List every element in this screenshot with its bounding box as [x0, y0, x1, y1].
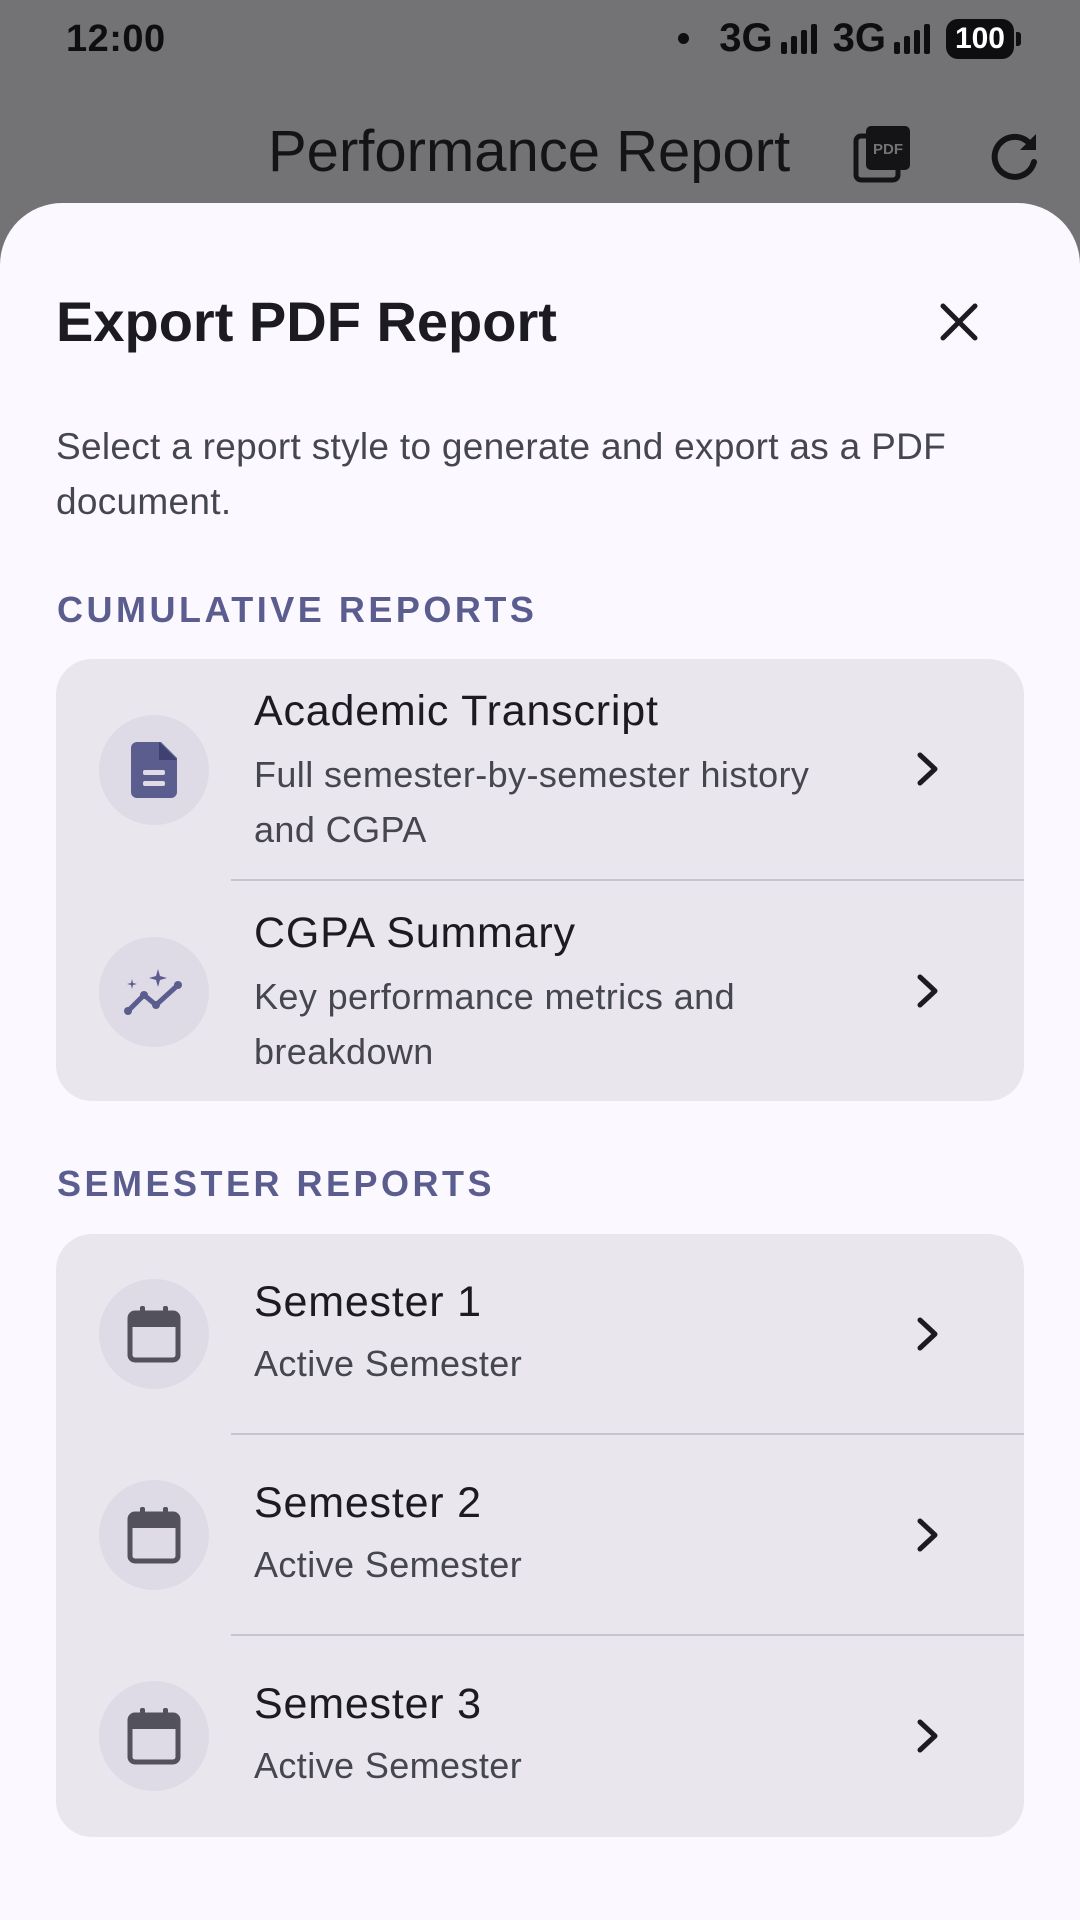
- section-label-semester: SEMESTER REPORTS: [57, 1163, 496, 1204]
- row-title: CGPA Summary: [254, 909, 576, 957]
- chevron-right-icon: [908, 1314, 948, 1354]
- chevron-right-icon: [908, 971, 948, 1011]
- row-title: Academic Transcript: [254, 687, 659, 735]
- network-type-2: 3G: [832, 16, 886, 60]
- section-label-cumulative: CUMULATIVE REPORTS: [57, 589, 538, 630]
- row-subtitle: Active Semester: [254, 1544, 523, 1585]
- chevron-right-icon: [908, 1716, 948, 1756]
- pdf-icon: PDF: [853, 126, 910, 183]
- status-indicators: 3G 3G 100: [678, 16, 1022, 61]
- row-subtitle: Full semester-by-semester history and CG…: [254, 754, 810, 850]
- row-subtitle: Active Semester: [254, 1745, 523, 1786]
- semester-reports-card: Semester 1 Active Semester Semester 2 Ac…: [56, 1234, 1024, 1837]
- report-item-semester-1[interactable]: Semester 1 Active Semester: [56, 1234, 1024, 1435]
- row-title: Semester 3: [254, 1680, 482, 1728]
- pdf-icon-label: PDF: [873, 141, 903, 158]
- report-item-academic-transcript[interactable]: Academic Transcript Full semester-by-sem…: [56, 659, 1024, 881]
- refresh-icon: [991, 133, 1037, 180]
- row-title: Semester 2: [254, 1479, 482, 1527]
- calendar-icon: [99, 1480, 209, 1590]
- document-icon: [99, 715, 209, 825]
- close-icon: [940, 303, 978, 341]
- calendar-icon: [99, 1681, 209, 1791]
- screen: 12:00 3G 3G 100 Performance Report PDF E…: [0, 0, 1080, 1920]
- sparkle-chart-icon: [99, 937, 209, 1047]
- status-time: 12:00: [66, 18, 166, 60]
- row-title: Semester 1: [254, 1278, 482, 1326]
- battery-icon: 100: [945, 18, 1022, 59]
- network-type-1: 3G: [719, 16, 773, 60]
- sheet-title: Export PDF Report: [56, 290, 557, 353]
- row-subtitle: Active Semester: [254, 1343, 523, 1384]
- report-item-semester-2[interactable]: Semester 2 Active Semester: [56, 1435, 1024, 1636]
- notification-dot-icon: [678, 33, 690, 44]
- status-bar: 12:00 3G 3G 100: [0, 0, 1080, 76]
- export-bottom-sheet: Export PDF Report Select a report style …: [0, 203, 1080, 1920]
- pdf-export-button[interactable]: PDF: [852, 124, 912, 189]
- refresh-button[interactable]: [986, 130, 1042, 191]
- app-title: Performance Report: [268, 119, 791, 184]
- cumulative-reports-card: Academic Transcript Full semester-by-sem…: [56, 659, 1024, 1101]
- chevron-right-icon: [908, 1515, 948, 1555]
- signal-icon: [893, 23, 930, 54]
- signal-icon: [780, 23, 817, 54]
- app-bar: Performance Report: [0, 100, 1080, 210]
- report-item-semester-3[interactable]: Semester 3 Active Semester: [56, 1636, 1024, 1837]
- chevron-right-icon: [908, 749, 948, 789]
- close-button[interactable]: [920, 283, 998, 361]
- calendar-icon: [99, 1279, 209, 1389]
- report-item-cgpa-summary[interactable]: CGPA Summary Key performance metrics and…: [56, 881, 1024, 1101]
- sheet-description: Select a report style to generate and ex…: [56, 426, 946, 522]
- row-subtitle: Key performance metrics and breakdown: [254, 976, 735, 1072]
